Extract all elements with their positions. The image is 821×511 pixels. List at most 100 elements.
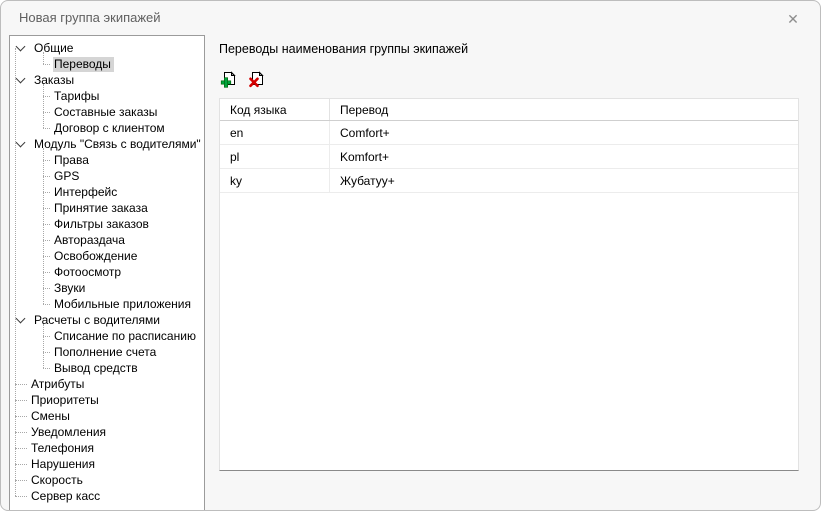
tree-children-modul: Права GPS Интерфейс Принятие заказа Филь…: [10, 152, 204, 312]
add-translation-button[interactable]: [219, 70, 237, 88]
tree-item-label: Нарушения: [30, 457, 98, 472]
tree-item-interfeys[interactable]: Интерфейс: [10, 184, 204, 200]
table-row[interactable]: pl Komfort+: [220, 145, 798, 169]
table-header-row: Код языка Перевод: [220, 99, 798, 121]
tree-item-tarify[interactable]: Тарифы: [10, 88, 204, 104]
chevron-down-icon[interactable]: [10, 72, 30, 88]
tree-item-uvedomleniya[interactable]: Уведомления: [10, 424, 204, 440]
tree-connector: [15, 496, 27, 497]
tree-children-zakazy: Тарифы Составные заказы Договор с клиент…: [10, 88, 204, 136]
tree-connector: [15, 480, 27, 481]
tree-item-label: Звуки: [53, 281, 88, 296]
tree-item-label: Общие: [33, 41, 76, 56]
tree-item-label: Вывод средств: [53, 361, 141, 376]
translations-toolbar: [219, 70, 265, 88]
tree-item-atributy[interactable]: Атрибуты: [10, 376, 204, 392]
tree-item-label: Тарифы: [53, 89, 102, 104]
tree-item-label: Скорость: [30, 473, 86, 488]
tree-connector: [15, 464, 27, 465]
tree-connector: [43, 352, 50, 353]
tree-connector: [15, 384, 27, 385]
tree-item-prava[interactable]: Права: [10, 152, 204, 168]
tree-connector: [15, 416, 27, 417]
chevron-down-icon[interactable]: [10, 312, 30, 328]
tree-item-prinyatie-zakaza[interactable]: Принятие заказа: [10, 200, 204, 216]
tree-item-label: Договор с клиентом: [53, 121, 168, 136]
tree-connector: [15, 400, 27, 401]
tree-item-label: Принятие заказа: [53, 201, 151, 216]
tree-item-smeny[interactable]: Смены: [10, 408, 204, 424]
tree-item-label: Сервер касс: [30, 489, 103, 504]
window-title: Новая группа экипажей: [19, 10, 161, 25]
tree-connector: [43, 224, 50, 225]
cell-translation: Жубатуу+: [330, 169, 798, 192]
tree-connector: [43, 208, 50, 209]
chevron-down-icon[interactable]: [10, 136, 30, 152]
tree-item-perevody[interactable]: Переводы: [10, 56, 204, 72]
document-add-icon: [220, 71, 237, 88]
tree-item-osvobozhdenie[interactable]: Освобождение: [10, 248, 204, 264]
cell-translation: Comfort+: [330, 121, 798, 144]
tree-connector: [43, 112, 50, 113]
tree-item-telefoniya[interactable]: Телефония: [10, 440, 204, 456]
cell-language-code: ky: [220, 169, 330, 192]
delete-translation-button[interactable]: [247, 70, 265, 88]
cell-language-code: pl: [220, 145, 330, 168]
tree-item-fotoosmotr[interactable]: Фотоосмотр: [10, 264, 204, 280]
settings-tree-panel: Общие Переводы Заказы Тарифы Сос: [9, 35, 205, 511]
table-row[interactable]: en Comfort+: [220, 121, 798, 145]
chevron-down-icon[interactable]: [10, 40, 30, 56]
translations-table: Код языка Перевод en Comfort+ pl Komfort…: [219, 98, 799, 471]
tree-item-label: Освобождение: [53, 249, 140, 264]
tree-item-server-kass[interactable]: Сервер касс: [10, 488, 204, 504]
tree-item-label: Фильтры заказов: [53, 217, 152, 232]
tree-connector: [43, 336, 50, 337]
cell-translation: Komfort+: [330, 145, 798, 168]
tree-connector: [43, 240, 50, 241]
tree-item-label: Смены: [30, 409, 73, 424]
column-header-language-code[interactable]: Код языка: [220, 99, 330, 120]
tree-item-label: Мобильные приложения: [53, 297, 194, 312]
tree-connector: [43, 192, 50, 193]
tree-item-obshchie[interactable]: Общие: [10, 40, 204, 56]
tree-item-label: Списание по расписанию: [53, 329, 199, 344]
document-delete-icon: [248, 71, 265, 88]
column-header-translation[interactable]: Перевод: [330, 99, 798, 120]
tree-item-gps[interactable]: GPS: [10, 168, 204, 184]
tree-item-modul-svyaz[interactable]: Модуль "Связь с водителями": [10, 136, 204, 152]
tree-item-label: Модуль "Связь с водителями": [33, 137, 204, 152]
tree-item-prioritety[interactable]: Приоритеты: [10, 392, 204, 408]
tree-connector: [43, 272, 50, 273]
tree-item-label: Составные заказы: [53, 105, 160, 120]
dialog-new-crew-group: Новая группа экипажей ✕ Общие Переводы З…: [0, 0, 821, 511]
tree-item-zvuki[interactable]: Звуки: [10, 280, 204, 296]
tree-item-dogovor[interactable]: Договор с клиентом: [10, 120, 204, 136]
tree-item-sostavnye-zakazy[interactable]: Составные заказы: [10, 104, 204, 120]
tree-item-raschety[interactable]: Расчеты с водителями: [10, 312, 204, 328]
tree-item-label: Телефония: [30, 441, 97, 456]
tree-item-narusheniya[interactable]: Нарушения: [10, 456, 204, 472]
tree-connector: [43, 256, 50, 257]
tree-item-popolnenie[interactable]: Пополнение счета: [10, 344, 204, 360]
close-icon[interactable]: ✕: [782, 8, 804, 30]
tree-connector: [15, 448, 27, 449]
tree-connector: [43, 368, 50, 369]
table-row[interactable]: ky Жубатуу+: [220, 169, 798, 193]
titlebar[interactable]: Новая группа экипажей ✕: [1, 1, 820, 35]
tree-item-filtry-zakazov[interactable]: Фильтры заказов: [10, 216, 204, 232]
settings-tree: Общие Переводы Заказы Тарифы Сос: [10, 36, 204, 504]
tree-item-label: Уведомления: [30, 425, 109, 440]
tree-connector: [43, 96, 50, 97]
tree-children-obshchie: Переводы: [10, 56, 204, 72]
tree-item-label: Интерфейс: [53, 185, 120, 200]
tree-item-avtorazdacha[interactable]: Автораздача: [10, 232, 204, 248]
tree-connector: [43, 176, 50, 177]
tree-item-label: Заказы: [33, 73, 77, 88]
tree-item-zakazy[interactable]: Заказы: [10, 72, 204, 88]
tree-item-skorost[interactable]: Скорость: [10, 472, 204, 488]
tree-connector: [43, 288, 50, 289]
tree-item-spisanie[interactable]: Списание по расписанию: [10, 328, 204, 344]
tree-item-mobilnye-prilozheniya[interactable]: Мобильные приложения: [10, 296, 204, 312]
tree-item-vyvod-sredstv[interactable]: Вывод средств: [10, 360, 204, 376]
tree-item-label: Расчеты с водителями: [33, 313, 163, 328]
